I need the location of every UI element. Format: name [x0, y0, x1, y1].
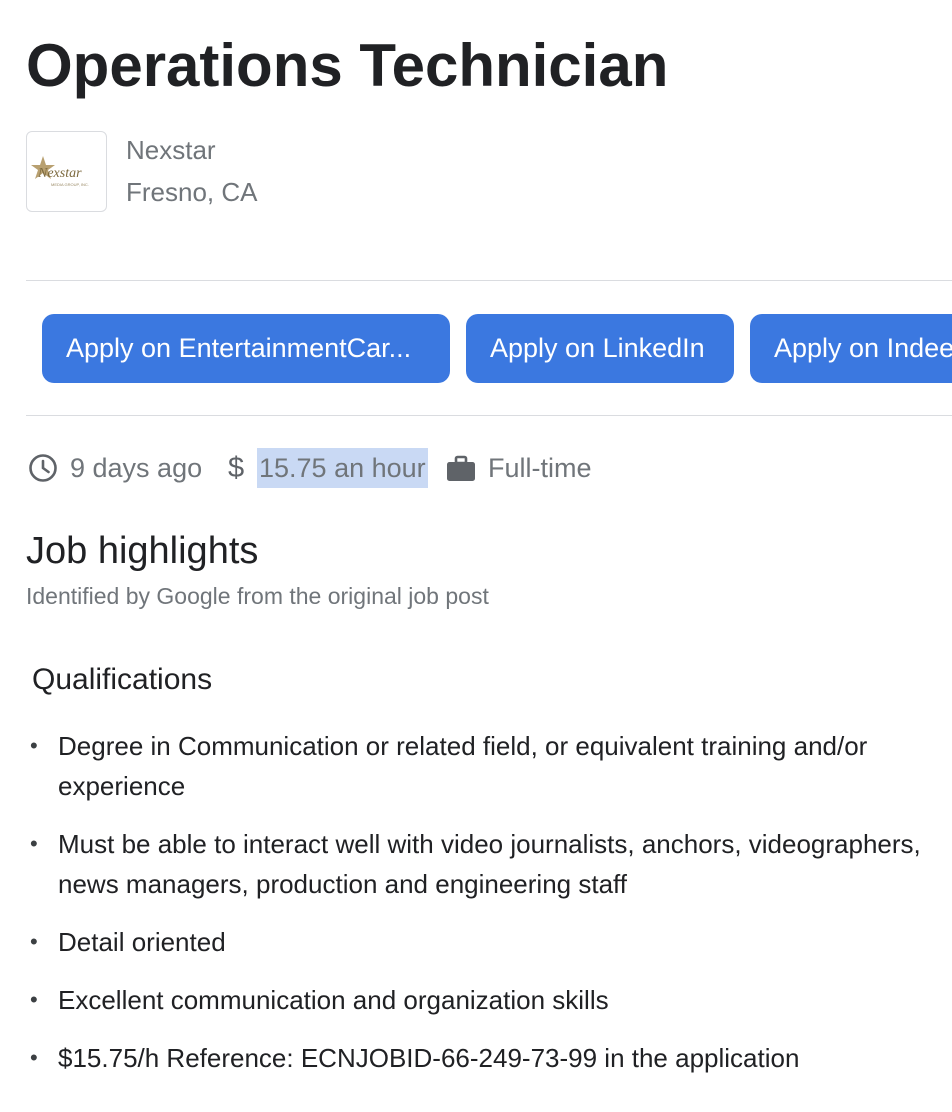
list-item: • Must be able to interact well with vid… [28, 824, 938, 904]
bullet-icon: • [30, 831, 38, 856]
apply-indeed-button[interactable]: Apply on Indeed [750, 314, 952, 383]
bullet-icon: • [30, 929, 38, 954]
job-title: Operations Technician [26, 32, 669, 99]
qualification-text: Must be able to interact well with video… [58, 829, 921, 899]
qualification-text: Excellent communication and organization… [58, 985, 609, 1015]
apply-linkedin-button[interactable]: Apply on LinkedIn [466, 314, 734, 383]
qualification-text: $15.75/h Reference: ECNJOBID-66-249-73-9… [58, 1043, 800, 1073]
job-highlights-heading: Job highlights [26, 530, 259, 572]
divider [26, 415, 952, 416]
svg-text:MEDIA GROUP, INC.: MEDIA GROUP, INC. [51, 182, 89, 187]
qualification-text: Detail oriented [58, 927, 226, 957]
salary-text: 15.75 an hour [257, 448, 428, 488]
svg-text:Nexstar: Nexstar [37, 166, 82, 181]
job-posting-page: Operations Technician Nexstar MEDIA GROU… [0, 0, 952, 1112]
list-item: • Excellent communication and organizati… [28, 980, 938, 1020]
list-item: • Degree in Communication or related fie… [28, 726, 938, 806]
qualification-text: Degree in Communication or related field… [58, 731, 868, 801]
briefcase-icon [447, 455, 475, 481]
dollar-icon: $ [228, 452, 245, 484]
nexstar-logo-icon: Nexstar MEDIA GROUP, INC. [31, 156, 89, 187]
qualifications-heading: Qualifications [32, 663, 213, 696]
qualifications-list: • Degree in Communication or related fie… [28, 726, 938, 1096]
clock-icon [29, 454, 57, 482]
job-location: Fresno, CA [126, 177, 258, 207]
list-item: • Detail oriented [28, 922, 938, 962]
apply-entertainmentcareers-button[interactable]: Apply on EntertainmentCar... [42, 314, 450, 383]
job-type-text: Full-time [488, 453, 592, 483]
bullet-icon: • [30, 733, 38, 758]
divider [26, 280, 952, 281]
job-meta-row: 9 days ago $ 15.75 an hour Full-time [28, 448, 952, 488]
apply-buttons-row: Apply on EntertainmentCar... Apply on Li… [42, 314, 952, 383]
bullet-icon: • [30, 1045, 38, 1070]
company-name: Nexstar [126, 135, 216, 165]
posted-text: 9 days ago [70, 453, 203, 483]
company-logo: Nexstar MEDIA GROUP, INC. [26, 131, 107, 212]
job-highlights-subtitle: Identified by Google from the original j… [26, 583, 489, 609]
bullet-icon: • [30, 987, 38, 1012]
employer-info: Nexstar MEDIA GROUP, INC. Nexstar Fresno… [26, 131, 426, 215]
list-item: • $15.75/h Reference: ECNJOBID-66-249-73… [28, 1038, 938, 1078]
